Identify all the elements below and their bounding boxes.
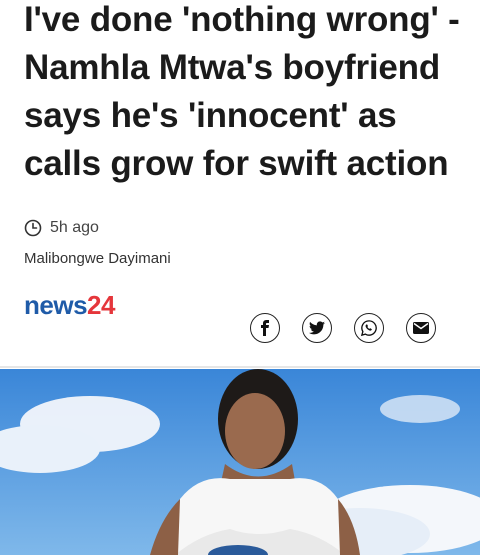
- author-name[interactable]: Malibongwe Dayimani: [24, 250, 171, 267]
- share-whatsapp-button[interactable]: [354, 313, 384, 343]
- clock-icon: [24, 219, 42, 237]
- share-facebook-button[interactable]: [250, 313, 280, 343]
- whatsapp-icon: [360, 319, 378, 337]
- time-ago-label: 5h ago: [50, 219, 99, 236]
- twitter-icon: [309, 321, 325, 335]
- share-buttons: [250, 313, 436, 343]
- share-email-button[interactable]: [406, 313, 436, 343]
- logo-24-text: 24: [87, 290, 115, 320]
- email-icon: [413, 322, 429, 334]
- article-hero-image[interactable]: [0, 369, 480, 555]
- news24-logo[interactable]: news24: [24, 290, 115, 320]
- share-twitter-button[interactable]: [302, 313, 332, 343]
- facebook-icon: [258, 320, 272, 336]
- header-divider: [0, 366, 480, 368]
- logo-news-text: news: [24, 290, 88, 320]
- article-headline: I've done 'nothing wrong' - Namhla Mtwa'…: [24, 0, 460, 183]
- publish-time: 5h ago: [24, 219, 99, 237]
